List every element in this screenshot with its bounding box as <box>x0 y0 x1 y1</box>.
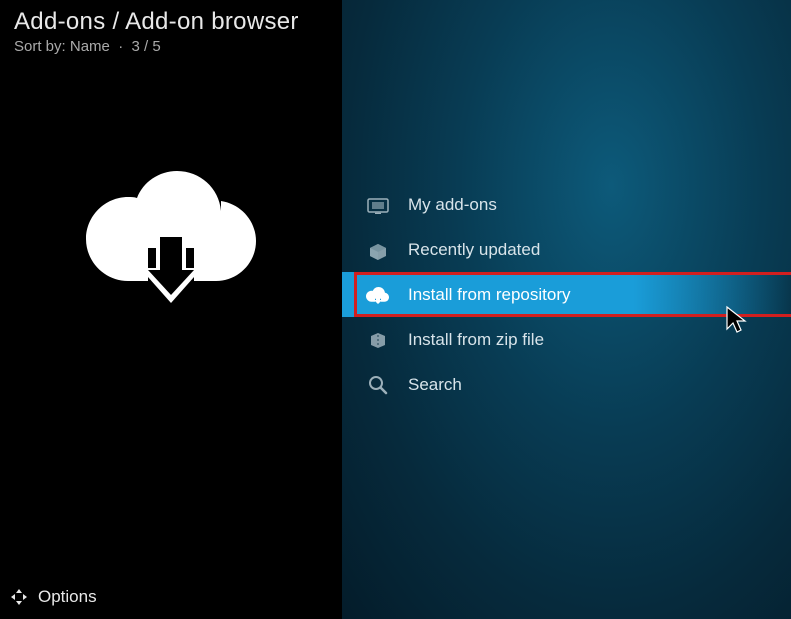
menu-item-recently-updated[interactable]: Recently updated <box>342 227 791 272</box>
menu-list: My add-ons Recently updated Install from… <box>342 182 791 407</box>
breadcrumb: Add-ons / Add-on browser <box>14 8 328 36</box>
menu-item-label: My add-ons <box>408 195 497 215</box>
search-icon <box>366 373 390 397</box>
sort-field: Name <box>70 38 110 55</box>
options-label: Options <box>38 587 97 607</box>
menu-item-label: Install from repository <box>408 285 571 305</box>
menu-item-label: Recently updated <box>408 240 540 260</box>
cloud-download-icon <box>366 283 390 307</box>
menu-item-install-zip[interactable]: Install from zip file <box>342 317 791 362</box>
zip-file-icon <box>366 328 390 352</box>
box-open-icon <box>366 238 390 262</box>
cloud-download-large-icon <box>86 163 256 308</box>
main-panel: My add-ons Recently updated Install from… <box>342 0 791 619</box>
section-icon-wrap <box>0 63 342 575</box>
sidebar: Add-ons / Add-on browser Sort by: Name ·… <box>0 0 342 619</box>
sidebar-header: Add-ons / Add-on browser Sort by: Name ·… <box>0 0 342 63</box>
menu-item-label: Install from zip file <box>408 330 544 350</box>
sort-info: Sort by: Name · 3 / 5 <box>14 38 328 55</box>
menu-item-search[interactable]: Search <box>342 362 791 407</box>
options-button[interactable]: Options <box>0 575 342 619</box>
menu-item-my-addons[interactable]: My add-ons <box>342 182 791 227</box>
sort-prefix: Sort by: <box>14 38 66 55</box>
sort-separator: · <box>114 38 132 55</box>
list-position: 3 / 5 <box>132 38 161 55</box>
menu-item-label: Search <box>408 375 462 395</box>
options-arrows-icon <box>10 588 28 606</box>
menu-item-install-repository[interactable]: Install from repository <box>342 272 791 317</box>
tv-addons-icon <box>366 193 390 217</box>
